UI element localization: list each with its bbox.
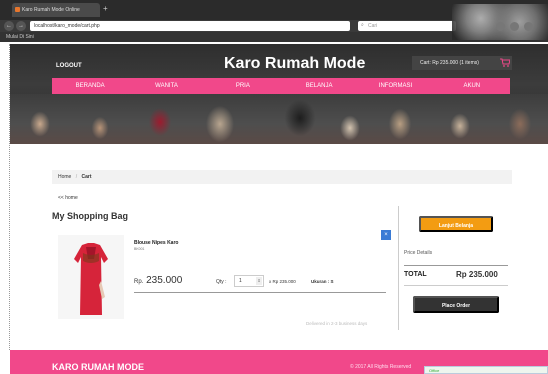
- site-header: LOGOUT Karo Rumah Mode Cart: Rp 235.000 …: [10, 44, 548, 144]
- menu-item-belanja[interactable]: BELANJA: [281, 78, 357, 94]
- delivery-note: Delivered in 2-3 business days: [306, 321, 368, 326]
- remove-item-button[interactable]: ×: [381, 230, 391, 240]
- menu-item-beranda[interactable]: BERANDA: [52, 78, 128, 94]
- summary-divider-top: [404, 265, 508, 266]
- menu-icon[interactable]: [524, 22, 533, 31]
- quantity-label: Qty :: [216, 279, 227, 285]
- total-label: TOTAL: [404, 271, 427, 278]
- tab-favicon-icon: [15, 7, 20, 12]
- search-icon: ⌕: [361, 22, 364, 28]
- logout-link[interactable]: LOGOUT: [56, 63, 82, 69]
- blouse-picture: [74, 243, 108, 315]
- product-name[interactable]: Blouse Nipes Karo: [134, 240, 178, 246]
- breadcrumb-home[interactable]: Home: [58, 174, 71, 180]
- download-icon[interactable]: [496, 22, 505, 31]
- summary-divider-bottom: [404, 285, 508, 286]
- item-divider: [134, 292, 386, 293]
- product-image[interactable]: [58, 235, 124, 319]
- cart-page: Home / Cart << home My Shopping Bag Blou…: [10, 144, 548, 350]
- size-label: Ukuran : S: [311, 279, 334, 284]
- spinner-arrows-icon[interactable]: ⇕: [256, 277, 262, 285]
- browser-search-field[interactable]: ⌕ Cari: [358, 21, 456, 31]
- shopping-bag-title: My Shopping Bag: [52, 211, 128, 221]
- continue-shopping-button[interactable]: Lanjut Belanja: [419, 216, 493, 232]
- tab-title: Karo Rumah Mode Online: [22, 7, 80, 13]
- line-total: x Rp 235.000: [269, 279, 296, 284]
- quantity-value: 1: [239, 278, 242, 284]
- fashion-banner-image: [10, 94, 548, 144]
- price-amount: 235.000: [146, 275, 183, 286]
- cart-summary-text: Cart: Rp 235.000 (1 items): [420, 60, 479, 66]
- breadcrumb: Home / Cart: [52, 170, 512, 184]
- menu-item-wanita[interactable]: WANITA: [128, 78, 204, 94]
- breadcrumb-current: Cart: [81, 174, 92, 180]
- footer-title: KARO RUMAH MODE: [52, 362, 144, 372]
- cart-summary-button[interactable]: Cart: Rp 235.000 (1 items): [412, 56, 512, 70]
- place-order-button[interactable]: Place Order: [413, 296, 499, 313]
- new-tab-icon[interactable]: +: [103, 4, 108, 13]
- page-edge-divider: [0, 44, 10, 350]
- home-icon[interactable]: [510, 22, 519, 31]
- footer-copyright: © 2017 All Rights Reserved: [350, 364, 412, 370]
- url-field[interactable]: localhost/karo_mode/cart.php: [30, 21, 350, 31]
- menu-item-pria[interactable]: PRIA: [205, 78, 281, 94]
- forward-arrow-icon[interactable]: →: [16, 21, 26, 31]
- total-value: Rp 235.000: [456, 270, 498, 279]
- back-home-link[interactable]: << home: [58, 195, 78, 201]
- main-menu: BERANDA WANITA PRIA BELANJA INFORMASI AK…: [52, 78, 510, 94]
- site-title[interactable]: Karo Rumah Mode: [224, 55, 365, 73]
- quantity-stepper[interactable]: 1 ⇕: [234, 275, 264, 287]
- cart-icon: [500, 58, 510, 67]
- browser-tab[interactable]: Karo Rumah Mode Online: [12, 3, 100, 17]
- product-code: BK001: [134, 247, 145, 251]
- search-placeholder: Cari: [368, 23, 378, 29]
- product-price: Rp. 235.000: [134, 275, 182, 286]
- summary-divider: [398, 206, 399, 330]
- price-details-label: Price Details: [404, 250, 433, 256]
- notification-popup[interactable]: Office: [424, 366, 548, 374]
- price-currency: Rp.: [134, 279, 144, 285]
- bookmark-item[interactable]: Mulai Di Sini: [6, 34, 34, 40]
- page-root: Karo Rumah Mode Online + ← → localhost/k…: [0, 0, 548, 374]
- back-arrow-icon[interactable]: ←: [4, 21, 14, 31]
- breadcrumb-separator: /: [75, 174, 78, 180]
- watermark-fragment: [0, 262, 10, 292]
- menu-item-informasi[interactable]: INFORMASI: [357, 78, 433, 94]
- menu-item-akun[interactable]: AKUN: [434, 78, 510, 94]
